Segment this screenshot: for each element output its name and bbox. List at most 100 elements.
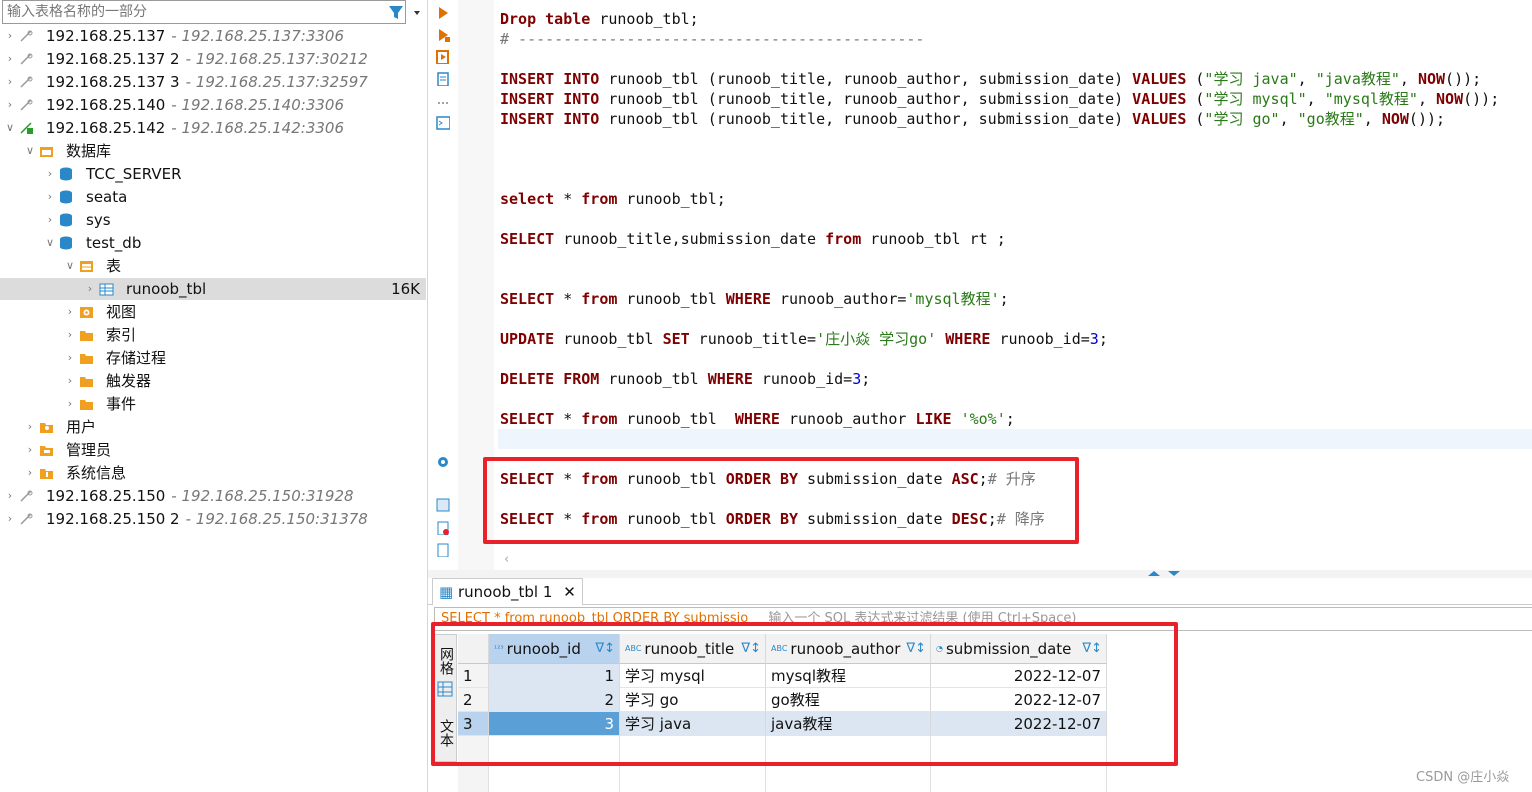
tree-item-connection-137[interactable]: › 192.168.25.137 - 192.168.25.137:3306 <box>0 25 426 47</box>
tree-item-folder-events[interactable]: › 事件 <box>0 393 426 415</box>
tree-item-label: 192.168.25.150 2 - 192.168.25.150:31378 <box>46 508 368 530</box>
chevron-right-icon[interactable]: › <box>44 186 56 208</box>
code-line[interactable]: SELECT * from runoob_tbl WHERE runoob_au… <box>500 289 1009 309</box>
tree-item-text: runoob_tbl <box>126 280 207 298</box>
tree-item-database-seata[interactable]: › seata <box>0 186 426 208</box>
tree-item-folder-users[interactable]: › 用户 <box>0 416 426 438</box>
tree-item-folder-indexes[interactable]: › 索引 <box>0 324 426 346</box>
code-token: INSERT INTO <box>500 110 600 128</box>
execute-script-icon[interactable] <box>436 50 450 64</box>
chevron-right-icon[interactable]: › <box>64 324 76 346</box>
code-token: WHERE <box>734 410 780 428</box>
chevron-right-icon[interactable]: › <box>4 485 16 507</box>
code-line[interactable]: # --------------------------------------… <box>500 29 924 49</box>
tree-item-label: test_db <box>86 232 141 254</box>
code-line[interactable]: SELECT * from runoob_tbl WHERE runoob_au… <box>500 409 1015 429</box>
connection-icon <box>20 490 33 502</box>
execute-statement-icon[interactable] <box>436 6 450 20</box>
format-icon[interactable] <box>436 543 450 557</box>
code-token: runoob_tbl (runoob_title, runoob_author,… <box>599 110 1133 128</box>
tree-item-table-runoob-tbl[interactable]: › runoob_tbl 16K <box>0 278 426 300</box>
chevron-right-icon[interactable]: › <box>64 370 76 392</box>
tree-item-folder-procedures[interactable]: › 存储过程 <box>0 347 426 369</box>
chevron-right-icon[interactable]: › <box>64 393 76 415</box>
code-token: "mysql教程" <box>1324 90 1418 108</box>
tree-item-folder-tables[interactable]: ∨ 表 <box>0 255 426 277</box>
tree-item-connection-137-3[interactable]: › 192.168.25.137 3 - 192.168.25.137:32597 <box>0 71 426 93</box>
scroll-left-icon[interactable]: ‹ <box>504 552 509 567</box>
chevron-right-icon[interactable]: › <box>4 25 16 47</box>
connection-address: - 192.168.25.137:32597 <box>185 73 368 91</box>
tree-item-connection-137-2[interactable]: › 192.168.25.137 2 - 192.168.25.137:30212 <box>0 48 426 70</box>
execute-in-new-tab-icon[interactable] <box>436 28 450 42</box>
code-token: LIKE <box>915 410 952 428</box>
tree-item-database-sys[interactable]: › sys <box>0 209 426 231</box>
export-icon[interactable] <box>436 521 450 535</box>
code-token: "学习 java" <box>1204 70 1298 88</box>
chevron-right-icon[interactable]: › <box>4 508 16 530</box>
chevron-down-icon[interactable]: ∨ <box>44 232 56 254</box>
gear-icon[interactable] <box>436 455 450 469</box>
splitter-arrows-icon[interactable] <box>1144 570 1204 578</box>
tree-item-text: 192.168.25.137 <box>46 27 166 45</box>
tree-item-connection-140[interactable]: › 192.168.25.140 - 192.168.25.140:3306 <box>0 94 426 116</box>
editor-toolbar <box>428 0 458 570</box>
filter-dropdown-button[interactable] <box>387 4 425 22</box>
chevron-right-icon[interactable]: › <box>4 71 16 93</box>
table-filter-input[interactable] <box>7 3 377 21</box>
tree-item-connection-150[interactable]: › 192.168.25.150 - 192.168.25.150:31928 <box>0 485 426 507</box>
tree-item-folder-databases[interactable]: ∨ 数据库 <box>0 140 426 162</box>
tree-item-connection-150-2[interactable]: › 192.168.25.150 2 - 192.168.25.150:31378 <box>0 508 426 530</box>
code-line[interactable]: INSERT INTO runoob_tbl (runoob_title, ru… <box>500 109 1445 129</box>
chevron-right-icon[interactable]: › <box>4 48 16 70</box>
chevron-right-icon[interactable]: › <box>64 347 76 369</box>
tree-item-folder-admin[interactable]: › 管理员 <box>0 439 426 461</box>
code-line[interactable]: Drop table runoob_tbl; <box>500 9 699 29</box>
tab-results[interactable]: ▦ runoob_tbl 1 ✕ <box>432 578 583 605</box>
chevron-right-icon[interactable]: › <box>64 301 76 323</box>
tree-item-folder-system-info[interactable]: › 系统信息 <box>0 462 426 484</box>
tree-item-text: 192.168.25.150 <box>46 487 166 505</box>
code-token: ; <box>999 290 1009 308</box>
chevron-right-icon[interactable]: › <box>84 278 96 300</box>
chevron-right-icon[interactable]: › <box>24 416 36 438</box>
chevron-right-icon[interactable]: › <box>24 439 36 461</box>
more-icon[interactable] <box>436 96 450 110</box>
code-line[interactable]: DELETE FROM runoob_tbl WHERE runoob_id=3… <box>500 369 870 389</box>
script-file-icon[interactable] <box>436 72 450 86</box>
terminal-icon[interactable] <box>436 116 450 130</box>
folder-icon <box>80 331 93 341</box>
code-line[interactable]: select * from runoob_tbl; <box>500 189 726 209</box>
tree-item-text: 触发器 <box>106 372 152 390</box>
code-token: from <box>581 190 618 208</box>
tree-item-text: 系统信息 <box>66 464 127 482</box>
close-icon[interactable]: ✕ <box>563 583 576 601</box>
panel-toggle-icon[interactable] <box>436 498 450 512</box>
code-line[interactable]: INSERT INTO runoob_tbl (runoob_title, ru… <box>500 89 1499 109</box>
info-icon <box>40 469 53 479</box>
tree-item-database-test-db[interactable]: ∨ test_db <box>0 232 426 254</box>
chevron-down-icon[interactable]: ∨ <box>4 117 16 139</box>
chevron-right-icon[interactable]: › <box>44 209 56 231</box>
tree-item-connection-142[interactable]: ∨ 192.168.25.142 - 192.168.25.142:3306 <box>0 117 426 139</box>
tree-item-database-tcc-server[interactable]: › TCC_SERVER <box>0 163 426 185</box>
code-line[interactable]: INSERT INTO runoob_tbl (runoob_title, ru… <box>500 69 1481 89</box>
tree-item-folder-triggers[interactable]: › 触发器 <box>0 370 426 392</box>
tree-item-text: 192.168.25.137 3 <box>46 73 180 91</box>
code-token: runoob_id= <box>990 330 1090 348</box>
tree-item-folder-views[interactable]: › 视图 <box>0 301 426 323</box>
chevron-right-icon[interactable]: › <box>24 462 36 484</box>
tree-item-label: runoob_tbl <box>126 278 206 300</box>
code-token: SELECT <box>500 290 555 308</box>
chevron-right-icon[interactable]: › <box>44 163 56 185</box>
tree-item-text: 事件 <box>106 395 137 413</box>
chevron-right-icon[interactable]: › <box>4 94 16 116</box>
code-line[interactable]: UPDATE runoob_tbl SET runoob_title='庄小焱 … <box>500 329 1108 349</box>
chevron-down-icon[interactable]: ∨ <box>24 140 36 162</box>
tree-item-label: 192.168.25.142 - 192.168.25.142:3306 <box>46 117 344 139</box>
code-token: WHERE <box>945 330 991 348</box>
panel-splitter[interactable] <box>428 570 1532 578</box>
chevron-down-icon[interactable]: ∨ <box>64 255 76 277</box>
code-line[interactable]: SELECT runoob_title,submission_date from… <box>500 229 1006 249</box>
